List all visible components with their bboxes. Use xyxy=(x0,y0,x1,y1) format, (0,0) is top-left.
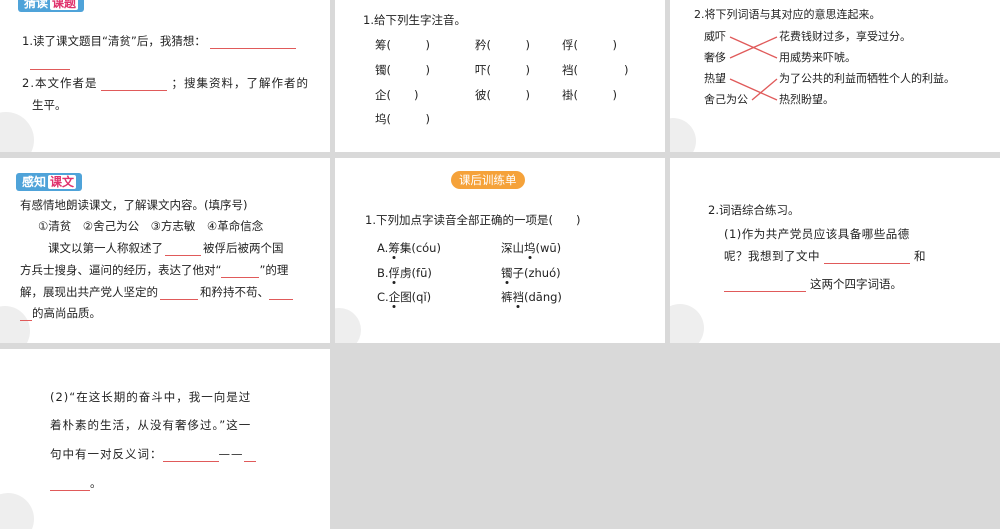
section-tag-perceive: 感知 课文 xyxy=(16,173,83,191)
fill-line: 解，展现出共产党人坚定的 和矜持不苟、 xyxy=(20,284,293,300)
match-line xyxy=(751,78,778,101)
answer-blank[interactable] xyxy=(165,243,201,256)
antonym-line: (2)“在这长期的奋斗中，我一向是过 xyxy=(50,390,252,404)
fill-line: 方兵士搜身、逼问的经历，表达了他对“ ”的理 xyxy=(20,263,289,278)
vocab-line: 呢？我想到了文中和 xyxy=(724,249,926,264)
pinyin-item[interactable]: 彼( ) xyxy=(475,87,530,103)
match-lines xyxy=(729,36,778,101)
vocab-line: 这两个四字词语。 xyxy=(724,276,902,292)
panel-exercise: 课后训练单 1.下列加点字读音全部正确的一项是( ) A.筹集(cóu) 深山坞… xyxy=(335,158,665,343)
option-b-word2: 镯子(zhuó) xyxy=(501,266,561,280)
match-line xyxy=(729,78,778,101)
answer-blank-line[interactable] xyxy=(30,54,70,70)
section-tag-guess: 猜读 课题 xyxy=(18,0,85,12)
panel-antonym: (2)“在这长期的奋斗中，我一向是过 着朴素的生活，从没有奢侈过。”这一 句中有… xyxy=(0,349,330,529)
instruction: 有感情地朗读课文，了解课文内容。(填序号) xyxy=(20,198,248,212)
pinyin-item[interactable]: 矜( ) xyxy=(475,37,530,53)
option-b[interactable]: B.俘虏(fū) xyxy=(377,265,432,281)
option-c[interactable]: C.企图(qǐ) xyxy=(377,289,431,305)
answer-blank[interactable] xyxy=(824,251,910,264)
answer-blank[interactable] xyxy=(160,287,198,300)
pinyin-item[interactable]: 镯( ) xyxy=(375,62,430,78)
fill-line: 的高尚品质。 xyxy=(20,305,101,321)
pinyin-item[interactable]: 俘( ) xyxy=(562,37,617,53)
pinyin-item[interactable]: 褂( ) xyxy=(562,87,617,103)
answer-blank[interactable] xyxy=(221,265,260,278)
panel-guess-title: 猜读 课题 1.读了课文题目“清贫”后，我猜想： 2.本文作者是 ；搜集资料，了解作… xyxy=(0,0,330,152)
pinyin-item[interactable]: 坞( ) xyxy=(375,111,430,127)
pinyin-item[interactable]: 企( ) xyxy=(375,87,418,103)
antonym-line: 句中有一对反义词： —— xyxy=(50,446,256,462)
option-a-word2: 深山坞(wū) xyxy=(501,241,562,255)
antonym-line: 。 xyxy=(50,475,102,491)
pinyin-item[interactable]: 吓( ) xyxy=(475,62,530,78)
answer-blank[interactable] xyxy=(50,478,90,491)
question-2: 2.本文作者是 ；搜集资料，了解作者的 xyxy=(22,76,309,91)
panel-vocab-practice: 2.词语综合练习。 (1)作为共产党员应该具备哪些品德 呢？我想到了文中和 这两… xyxy=(670,158,1000,343)
decor-circle xyxy=(670,304,704,343)
decor-circle xyxy=(335,308,361,343)
decor-circle xyxy=(0,112,34,152)
answer-blank[interactable] xyxy=(243,449,256,462)
vocab-line: (1)作为共产党员应该具备哪些品德 xyxy=(724,227,910,241)
pinyin-item[interactable]: 裆( ) xyxy=(562,62,628,78)
answer-blank[interactable] xyxy=(724,279,806,292)
options-list: ①清贫 ②舍己为公 ③方志敏 ④革命信念 xyxy=(38,219,264,233)
option-a[interactable]: A.筹集(cóu) xyxy=(377,240,441,256)
antonym-line: 着朴素的生活，从没有奢侈过。”这一 xyxy=(50,418,252,432)
author-blank[interactable] xyxy=(101,78,168,91)
option-c-word2: 裤裆(dāng) xyxy=(501,290,562,304)
question-2-cont: 生平。 xyxy=(32,98,67,112)
fill-line: 课文以第一人称叙述了 被俘后被两个国 xyxy=(48,241,284,256)
question-1: 1.读了课文题目“清贫”后，我猜想： xyxy=(22,33,296,49)
pinyin-item[interactable]: 筹( ) xyxy=(375,37,430,53)
panel-perceive-text: 感知 课文 有感情地朗读课文，了解课文内容。(填序号) ①清贫 ②舍己为公 ③方志… xyxy=(0,158,330,343)
panel-matching: 2.将下列词语与其对应的意思连起来。 威吓 奢侈 热望 舍己为公 花费钱财过多，… xyxy=(670,0,1000,152)
section-tag-exercise: 课后训练单 xyxy=(451,171,525,189)
answer-blank[interactable] xyxy=(269,287,293,300)
answer-blank[interactable] xyxy=(209,36,296,49)
panel-pinyin: 1.给下列生字注音。 筹( ) 矜( ) 俘( ) 镯( ) 吓( ) 裆( )… xyxy=(335,0,665,152)
exercise-question: 1.下列加点字读音全部正确的一项是( ) xyxy=(365,213,581,227)
pinyin-title: 1.给下列生字注音。 xyxy=(363,13,466,27)
vocab-title: 2.词语综合练习。 xyxy=(708,203,800,217)
answer-blank[interactable] xyxy=(162,449,219,462)
decor-circle xyxy=(0,493,34,529)
answer-blank[interactable] xyxy=(20,308,32,321)
